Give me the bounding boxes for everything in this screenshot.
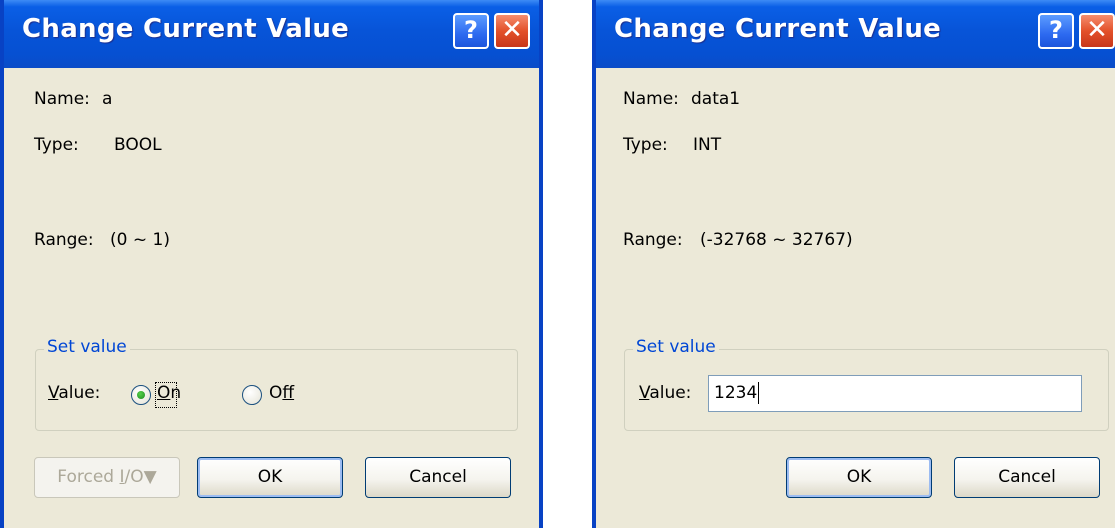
value-label-mnemonic: V — [48, 383, 59, 403]
range-value: (0 ~ 1) — [110, 230, 170, 250]
title-bar[interactable]: Change Current Value ? ✕ — [4, 0, 539, 68]
ok-button[interactable]: OK — [786, 457, 932, 498]
text-caret — [758, 382, 760, 404]
value-label-text: alue: — [649, 383, 692, 403]
name-value: a — [102, 89, 113, 109]
forced-io-button[interactable]: Forced I/O▼ — [34, 457, 180, 498]
name-value: data1 — [691, 89, 741, 109]
radio-on-label[interactable]: On — [157, 383, 181, 403]
value-input-text: 1234 — [714, 383, 758, 403]
ok-button[interactable]: OK — [197, 457, 343, 498]
group-title: Set value — [44, 337, 130, 357]
cancel-button[interactable]: Cancel — [954, 457, 1100, 498]
radio-on-text: n — [170, 383, 182, 403]
range-label: Range: — [34, 230, 94, 250]
cancel-button[interactable]: Cancel — [365, 457, 511, 498]
value-label-text: alue: — [58, 383, 101, 403]
radio-off[interactable] — [242, 385, 262, 405]
group-title: Set value — [633, 337, 719, 357]
radio-on[interactable] — [131, 385, 151, 405]
dialog-title: Change Current Value — [22, 14, 350, 44]
change-value-dialog-int: Change Current Value ? ✕ Name: data1 Typ… — [592, 0, 1115, 528]
type-label: Type: — [623, 135, 668, 155]
value-input[interactable]: 1234 — [708, 375, 1082, 412]
radio-off-label[interactable]: Off — [269, 383, 294, 403]
name-label: Name: — [623, 89, 679, 109]
title-bar[interactable]: Change Current Value ? ✕ — [596, 0, 1115, 68]
dropdown-arrow-icon: ▼ — [143, 467, 157, 487]
range-label: Range: — [623, 230, 683, 250]
radio-selected-dot — [137, 391, 145, 399]
radio-off-mnemonic: f — [282, 383, 295, 403]
type-value: INT — [693, 135, 722, 155]
close-icon[interactable]: ✕ — [1079, 13, 1115, 49]
help-icon[interactable]: ? — [1038, 13, 1074, 49]
radio-on-mnemonic: O — [157, 383, 171, 403]
name-label: Name: — [34, 89, 90, 109]
dialog-title: Change Current Value — [614, 14, 942, 44]
range-value: (-32768 ~ 32767) — [700, 230, 853, 250]
value-label: Value: — [48, 383, 100, 403]
type-label: Type: — [34, 135, 79, 155]
type-value: BOOL — [114, 135, 162, 155]
radio-off-text-pre: O — [269, 383, 283, 403]
value-label-mnemonic: V — [639, 383, 650, 403]
forced-io-text-pre: Forced — [57, 467, 120, 487]
help-icon[interactable]: ? — [453, 13, 489, 49]
forced-io-text: /O — [124, 467, 144, 487]
close-icon[interactable]: ✕ — [494, 13, 530, 49]
change-value-dialog-bool: Change Current Value ? ✕ Name: a Type: B… — [0, 0, 543, 528]
value-label: Value: — [639, 383, 691, 403]
